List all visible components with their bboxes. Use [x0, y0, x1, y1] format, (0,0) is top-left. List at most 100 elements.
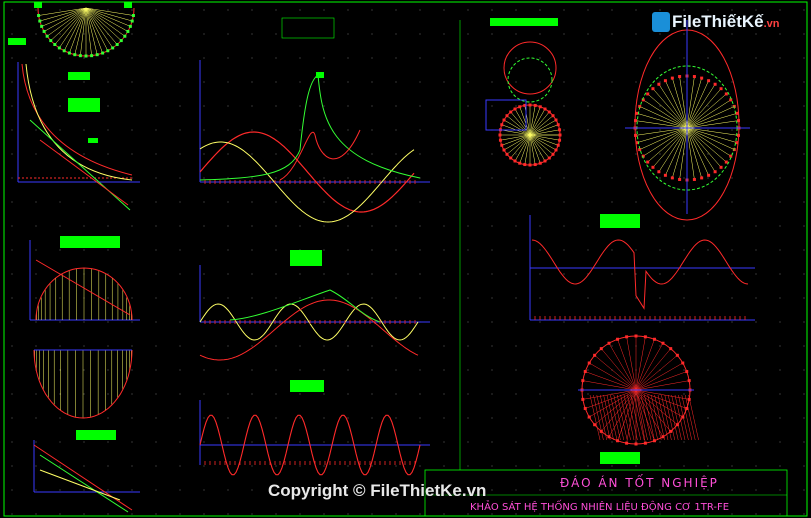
grid-dot: [35, 201, 37, 203]
grid-dot: [347, 81, 349, 83]
grid-dot: [107, 345, 109, 347]
fan-node: [84, 54, 88, 58]
grid-dot: [35, 297, 37, 299]
fan-node: [78, 54, 82, 58]
fan-node: [707, 173, 711, 177]
grid-dot: [299, 345, 301, 347]
fan-node: [57, 46, 61, 50]
grid-dot: [251, 273, 253, 275]
cad-drawing-sheet: [3, 1, 808, 517]
grid-dot: [491, 201, 493, 203]
hatched-area-diagram: [29, 236, 140, 321]
grid-dot: [563, 81, 565, 83]
grid-dot: [251, 105, 253, 107]
title-block-sub-text: KHẢO SÁT HỆ THỐNG NHIÊN LIỆU ĐỘNG CƠ 1TR…: [470, 502, 730, 513]
grid-dot: [803, 201, 805, 203]
grid-dot: [323, 465, 325, 467]
grid-dot: [35, 57, 37, 59]
fan-node: [106, 49, 110, 53]
grid-dot: [347, 417, 349, 419]
grid-dot: [635, 273, 637, 275]
grid-dot: [587, 105, 589, 107]
grid-dot: [131, 249, 133, 251]
grid-dot: [395, 81, 397, 83]
grid-dot: [731, 417, 733, 419]
right-column-diagrams: [485, 18, 755, 464]
grid-dot: [11, 153, 13, 155]
grid-dot: [11, 225, 13, 227]
grid-dot: [371, 57, 373, 59]
grid-dot: [323, 417, 325, 419]
grid-dot: [395, 225, 397, 227]
grid-dot: [419, 273, 421, 275]
grid-dot: [371, 441, 373, 443]
grid-dot: [611, 273, 613, 275]
grid-dot: [35, 417, 37, 419]
grid-dot: [419, 201, 421, 203]
grid-dot: [683, 369, 685, 371]
grid-dot: [203, 465, 205, 467]
grid-dot: [635, 81, 637, 83]
grid-dot: [755, 417, 757, 419]
grid-dot: [779, 225, 781, 227]
grid-dot: [419, 369, 421, 371]
grid-dot: [59, 33, 61, 35]
grid-dot: [443, 345, 445, 347]
grid-dot: [35, 81, 37, 83]
grid-dot: [755, 489, 757, 491]
grid-dot: [35, 321, 37, 323]
dot-grid: [11, 9, 805, 515]
grid-dot: [299, 273, 301, 275]
grid-dot: [275, 225, 277, 227]
grid-dot: [83, 201, 85, 203]
grid-dot: [107, 441, 109, 443]
grid-dot: [371, 81, 373, 83]
grid-dot: [155, 345, 157, 347]
fan-spoke: [672, 127, 688, 178]
grid-dot: [203, 33, 205, 35]
grid-dot: [755, 465, 757, 467]
grid-dot: [131, 441, 133, 443]
grid-dot: [563, 441, 565, 443]
grid-dot: [131, 9, 133, 11]
grid-dot: [227, 297, 229, 299]
grid-dot: [731, 57, 733, 59]
grid-dot: [251, 489, 253, 491]
grid-dot: [323, 129, 325, 131]
grid-dot: [779, 33, 781, 35]
grid-dot: [155, 81, 157, 83]
grid-dot: [395, 441, 397, 443]
grid-dot: [515, 153, 517, 155]
grid-dot: [803, 225, 805, 227]
grid-dot: [755, 9, 757, 11]
grid-dot: [299, 129, 301, 131]
grid-dot: [803, 81, 805, 83]
fan-node: [131, 14, 135, 18]
grid-dot: [227, 417, 229, 419]
grid-dot: [683, 9, 685, 11]
fan-spoke: [652, 88, 688, 129]
fan-node: [663, 79, 667, 83]
fan-spoke: [637, 113, 688, 129]
grid-dot: [59, 345, 61, 347]
grid-dot: [443, 81, 445, 83]
grid-dot: [11, 417, 13, 419]
grid-dot: [155, 465, 157, 467]
grid-dot: [275, 417, 277, 419]
grid-dot: [179, 249, 181, 251]
grid-dot: [107, 81, 109, 83]
grid-dot: [419, 465, 421, 467]
grid-dot: [755, 105, 757, 107]
grid-dot: [371, 129, 373, 131]
decay-curves-diagram: [17, 62, 140, 211]
grid-dot: [587, 57, 589, 59]
grid-dot: [107, 153, 109, 155]
grid-dot: [515, 369, 517, 371]
grid-dot: [179, 105, 181, 107]
grid-dot: [731, 9, 733, 11]
grid-dot: [107, 513, 109, 515]
grid-dot: [779, 393, 781, 395]
grid-dot: [683, 33, 685, 35]
grid-dot: [659, 129, 661, 131]
grid-dot: [491, 345, 493, 347]
